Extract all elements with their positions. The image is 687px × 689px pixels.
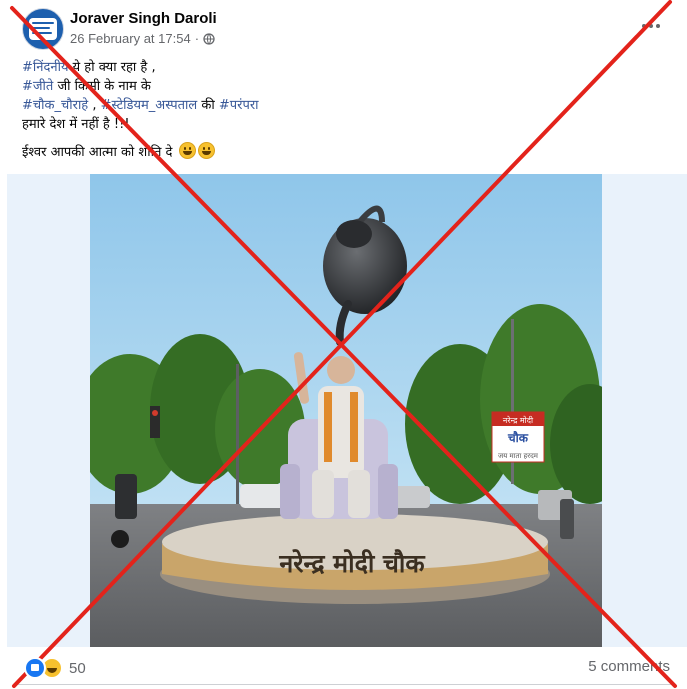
text-span: ईश्वर आपकी आत्मा को शांति दे [22,145,173,160]
footer-divider [16,684,671,685]
roadside-sign-top: नरेन्द्र मोदी [503,415,534,425]
text-span: , [88,98,101,113]
roundabout-sign: नरेन्द्र मोदी चौक [278,549,426,578]
roadside-sign-bottom: जय माता हरदम [498,452,539,460]
hashtag-link[interactable]: #परंपरा [219,98,259,113]
text-span: जी किसी के नाम के [53,79,151,94]
post-timestamp[interactable]: 26 February at 17:54 [70,31,191,46]
avatar-logo [29,18,57,40]
like-icon [24,657,46,679]
post-photo: नरेन्द्र मोदी चौक जय माता हरदम नरेन्द्र … [90,174,602,647]
meta-separator: · [194,31,200,46]
grinning-emoji-icon [197,142,215,159]
text-line-1: #निंदनीय ये हो क्या रहा है , [22,58,662,77]
globe-icon [203,32,215,45]
photo-scene: नरेन्द्र मोदी चौक जय माता हरदम नरेन्द्र … [90,174,602,647]
text-line-5: ईश्वर आपकी आत्मा को शांति दे [22,142,662,162]
post-meta: 26 February at 17:54 · [70,31,215,46]
hashtag-link[interactable]: #जीते [22,79,53,94]
author-name[interactable]: Joraver Singh Daroli [70,10,217,27]
post-image-frame[interactable]: नरेन्द्र मोदी चौक जय माता हरदम नरेन्द्र … [7,174,687,647]
reaction-count: 50 [69,659,86,677]
post-text: #निंदनीय ये हो क्या रहा है , #जीते जी कि… [22,58,662,162]
text-line-2: #जीते जी किसी के नाम के [22,77,662,96]
hashtag-link[interactable]: #निंदनीय [22,60,69,75]
facebook-post: Joraver Singh Daroli 26 February at 17:5… [0,0,687,689]
hashtag-link[interactable]: #स्टेडियम_अस्पताल [101,98,198,113]
roadside-sign-mid: चौक [507,431,529,445]
more-options-icon[interactable] [636,14,666,38]
text-span: की [197,98,219,113]
text-line-4: हमारे देश में नहीं है !!! [22,117,130,132]
comments-count-link[interactable]: 5 comments [588,658,670,675]
text-line-3: #चौक_चौराहे , #स्टेडियम_अस्पताल की #परंप… [22,96,662,115]
reactions-summary[interactable]: 50 [24,657,86,679]
hashtag-link[interactable]: #चौक_चौराहे [22,98,88,113]
grinning-emoji-icon [178,142,196,159]
text-span: ये हो क्या रहा है , [68,60,156,75]
author-avatar[interactable] [22,8,64,50]
